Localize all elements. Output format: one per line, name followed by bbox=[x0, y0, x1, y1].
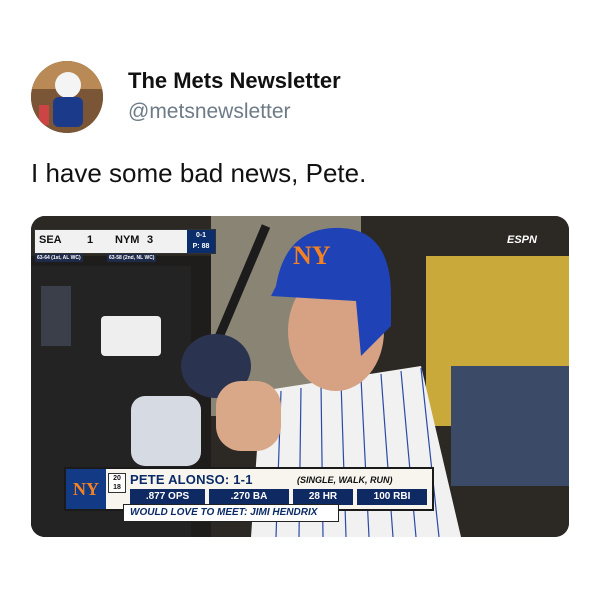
user-handle[interactable]: @metsnewsletter bbox=[128, 100, 291, 124]
stat-hr: 28 HR bbox=[293, 489, 353, 505]
mascot-avatar-image bbox=[31, 61, 103, 133]
stat-ba: .270 BA bbox=[209, 489, 289, 505]
pitch-count: P: 88 bbox=[192, 243, 210, 250]
helmet-logo: NY bbox=[293, 241, 331, 270]
at-bat-results: (SINGLE, WALK, RUN) bbox=[297, 475, 393, 485]
network-logo: ESPN bbox=[507, 234, 537, 246]
home-score: 3 bbox=[147, 234, 154, 246]
jersey-number-secondary: 18 bbox=[113, 484, 121, 491]
count-box: 0-1 P: 88 bbox=[187, 230, 215, 253]
stat-rbi: 100 RBI bbox=[357, 489, 427, 505]
ball-strike-count: 0-1 bbox=[195, 232, 207, 239]
away-team-abbr: SEA bbox=[39, 234, 62, 246]
tweet-text: I have some bad news, Pete. bbox=[31, 158, 367, 188]
mets-logo: NY bbox=[66, 469, 106, 509]
player-line: PETE ALONSO: 1-1 bbox=[130, 472, 253, 487]
away-record: 63-64 (1st, AL WC) bbox=[35, 254, 83, 262]
jersey-number-primary: 20 bbox=[113, 475, 121, 482]
profile-avatar[interactable] bbox=[31, 61, 103, 133]
home-team-abbr: NYM bbox=[115, 234, 140, 246]
display-name[interactable]: The Mets Newsletter bbox=[128, 68, 341, 94]
tweet-media[interactable]: NY SEA 1 NYM 3 63-64 (1st, AL WC) 63-58 … bbox=[31, 216, 569, 537]
away-score: 1 bbox=[87, 234, 94, 246]
scorebug: SEA 1 NYM 3 63-64 (1st, AL WC) 63-58 (2n… bbox=[34, 229, 216, 262]
jersey-number: 20 18 bbox=[108, 473, 126, 493]
fun-fact-banner: WOULD LOVE TO MEET: JIMI HENDRIX bbox=[123, 504, 339, 522]
home-record: 63-58 (2nd, NL WC) bbox=[107, 254, 157, 262]
stat-ops: .877 OPS bbox=[130, 489, 205, 505]
